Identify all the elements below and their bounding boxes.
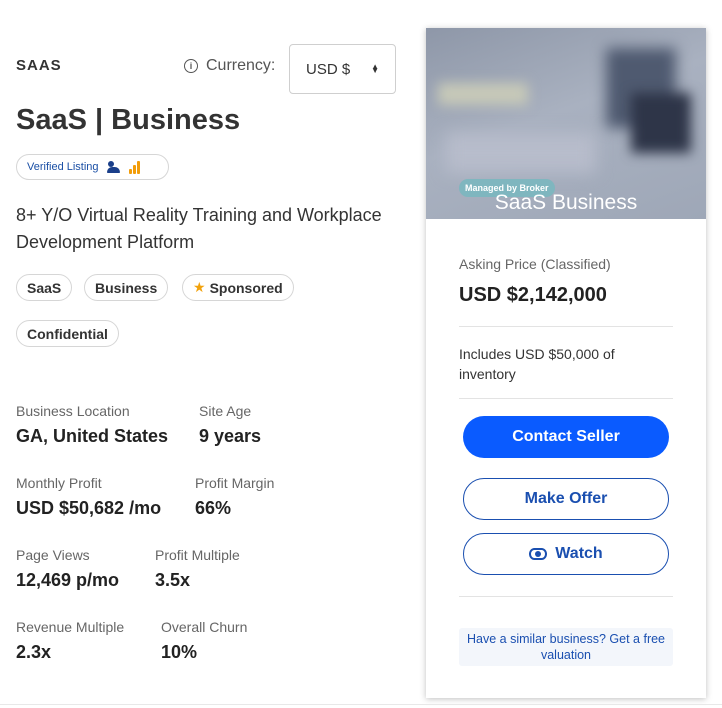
metric-label-overall-churn: Overall Churn [161, 619, 248, 635]
analytics-icon [128, 160, 140, 174]
metric-value-site-age: 9 years [199, 426, 262, 446]
currency-label-group: i Currency: [184, 57, 275, 75]
currency-selected-value: USD $ [306, 60, 351, 78]
page-divider [0, 704, 722, 705]
info-icon[interactable]: i [184, 59, 198, 73]
category-label: SAAS [16, 57, 62, 74]
currency-select[interactable]: USD $ ▲ ▼ [289, 44, 396, 94]
free-valuation-link[interactable]: Have a similar business? Get a free valu… [459, 628, 673, 666]
metric-value-location: GA, United States [16, 426, 169, 446]
metric-label-profit-multiple: Profit Multiple [155, 547, 240, 563]
tag-label: Business [95, 279, 158, 296]
verified-listing-badge[interactable]: Verified Listing [16, 154, 169, 180]
metric-value-profit-margin: 66% [195, 498, 232, 518]
verified-listing-label: Verified Listing [27, 161, 99, 173]
divider [459, 596, 673, 597]
listing-subtitle: 8+ Y/O Virtual Reality Training and Work… [16, 205, 382, 252]
metric-value-monthly-profit: USD $50,682 /mo [16, 498, 162, 518]
star-icon: ★ [193, 279, 206, 295]
watch-button[interactable]: Watch [463, 533, 669, 575]
metric-label-revenue-multiple: Revenue Multiple [16, 619, 125, 635]
make-offer-label: Make Offer [524, 490, 608, 507]
divider [459, 326, 673, 327]
hero-title: SaaS Business [494, 191, 638, 214]
contact-seller-label: Contact Seller [512, 428, 620, 445]
asking-price-label: Asking Price (Classified) [459, 256, 611, 272]
metric-value-page-views: 12,469 p/mo [16, 570, 120, 590]
watch-label: Watch [555, 545, 603, 562]
metric-value-revenue-multiple: 2.3x [16, 642, 52, 662]
pricing-card: Managed by Broker SaaS Business Asking P… [426, 28, 706, 698]
inventory-note: Includes USD $50,000 of inventory [459, 346, 615, 382]
tag-sponsored: ★ Sponsored [182, 274, 294, 301]
tag-business: Business [84, 274, 169, 301]
metric-label-profit-margin: Profit Margin [195, 475, 275, 491]
metric-label-site-age: Site Age [199, 403, 252, 419]
tag-confidential: Confidential [16, 320, 119, 347]
eye-icon [529, 548, 548, 560]
chevron-updown-icon: ▲ ▼ [371, 61, 379, 75]
tag-saas: SaaS [16, 274, 73, 301]
listing-hero-image: Managed by Broker SaaS Business [426, 28, 706, 219]
people-icon [106, 160, 121, 174]
asking-price-value: USD $2,142,000 [459, 284, 607, 306]
listing-title: SaaS | Business [16, 104, 241, 136]
make-offer-button[interactable]: Make Offer [463, 478, 669, 520]
metric-label-monthly-profit: Monthly Profit [16, 475, 102, 491]
tag-label: SaaS [27, 279, 62, 296]
tag-label: Sponsored [209, 279, 283, 296]
metric-value-profit-multiple: 3.5x [155, 570, 191, 590]
contact-seller-button[interactable]: Contact Seller [463, 416, 669, 458]
currency-label: Currency: [206, 57, 276, 74]
metric-label-location: Business Location [16, 403, 130, 419]
divider [459, 398, 673, 399]
metric-label-page-views: Page Views [16, 547, 90, 563]
metric-value-overall-churn: 10% [161, 642, 198, 662]
tag-label: Confidential [27, 325, 108, 342]
